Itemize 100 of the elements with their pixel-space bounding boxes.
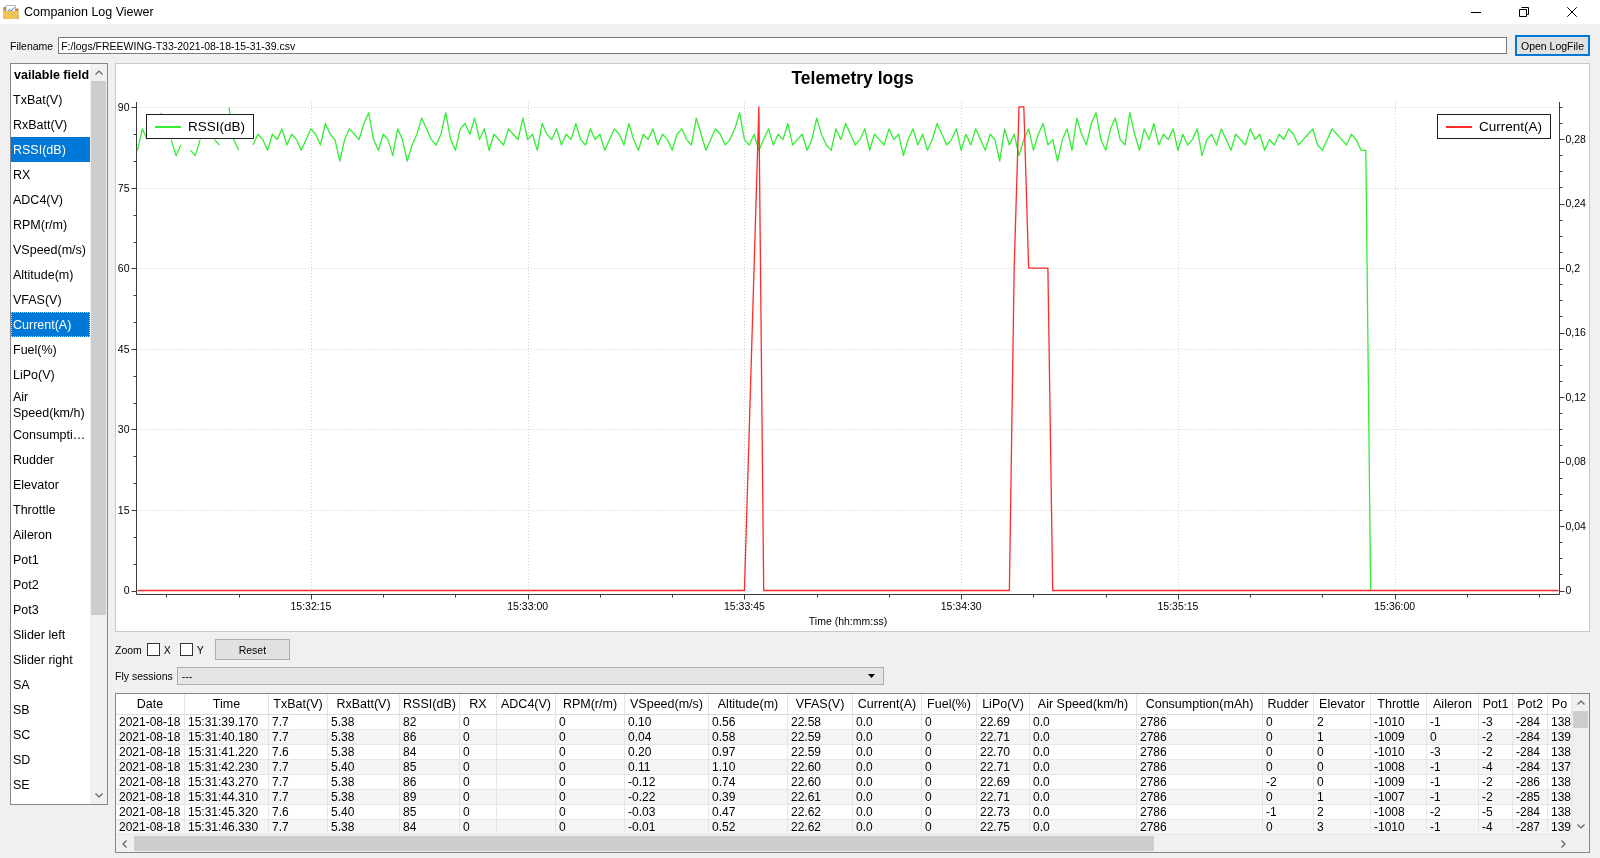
list-item[interactable]: Altitude(m) [11,262,90,287]
column-header[interactable]: Pot2 [1513,694,1548,714]
column-header[interactable]: RPM(r/m) [556,694,625,714]
open-logfile-button[interactable]: Open LogFile [1515,35,1590,56]
table-cell: 0 [922,760,977,774]
table-cell: 2786 [1137,820,1263,834]
table-cell: 2 [1314,715,1371,729]
column-header[interactable]: RxBatt(V) [328,694,400,714]
table-cell: 2021-08-18 [116,760,185,774]
list-item[interactable]: SB [11,697,90,722]
table-cell: 0.0 [853,730,922,744]
checkbox[interactable] [146,643,160,656]
column-header[interactable]: Fuel(%) [922,694,977,714]
table-cell: 3 [1314,820,1371,834]
table-cell: 0.10 [625,715,709,729]
column-header[interactable]: Throttle [1371,694,1427,714]
table-cell: 0.0 [1030,745,1137,759]
scrollbar-thumb[interactable] [134,836,1154,851]
list-item[interactable]: SE [11,772,90,797]
column-header[interactable]: Current(A) [853,694,922,714]
list-item[interactable]: Fuel(%) [11,337,90,362]
checkbox[interactable] [179,643,193,656]
list-item[interactable]: RPM(r/m) [11,212,90,237]
column-header[interactable]: Consumption(mAh) [1137,694,1263,714]
table-cell: 0.11 [625,760,709,774]
table-cell: 0.0 [853,715,922,729]
reset-button[interactable]: Reset [214,639,290,660]
column-header[interactable]: LiPo(V) [977,694,1030,714]
table-cell: 22.69 [977,775,1030,789]
table-cell: -1010 [1371,820,1427,834]
column-header[interactable]: Pot1 [1479,694,1513,714]
list-item[interactable]: TxBat(V) [11,87,90,112]
column-header[interactable]: ADC4(V) [497,694,556,714]
restore-icon [1519,7,1529,17]
vertical-scrollbar[interactable] [90,64,107,804]
column-header[interactable]: RSSI(dB) [400,694,460,714]
filename-field[interactable]: F:/logs/FREEWING-T33-2021-08-18-15-31-39.csv [58,37,1507,54]
table-cell: 5.38 [328,730,400,744]
close-icon [1567,7,1577,17]
column-header[interactable]: Rudder [1263,694,1314,714]
table-cell: 0.39 [709,790,788,804]
list-item[interactable]: VSpeed(m/s) [11,237,90,262]
table-cell: 0 [460,760,497,774]
column-header[interactable]: Time [185,694,269,714]
column-header[interactable]: Elevator [1314,694,1371,714]
legend-label: RSSI(dB) [188,119,245,134]
list-item[interactable]: Rudder [11,447,90,472]
list-item[interactable]: Pot2 [11,572,90,597]
list-item[interactable]: RX [11,162,90,187]
table-cell: 0.56 [709,715,788,729]
table-cell: -4 [1479,820,1513,834]
vertical-scrollbar[interactable] [1572,694,1589,835]
list-item[interactable]: Pot1 [11,547,90,572]
table-cell: 15:31:45.320 [185,805,269,819]
scrollbar-thumb[interactable] [91,81,106,615]
sessions-dropdown[interactable]: --- [176,667,884,685]
list-item[interactable]: SD [11,747,90,772]
list-item[interactable]: LiPo(V) [11,362,90,387]
table-cell: 22.70 [977,745,1030,759]
list-item[interactable]: RSSI(dB) [11,137,90,162]
list-item[interactable]: Slider left [11,622,90,647]
column-header[interactable]: RX [460,694,497,714]
list-item[interactable]: Throttle [11,497,90,522]
list-item[interactable]: ADC4(V) [11,187,90,212]
table-cell: 85 [400,760,460,774]
list-item[interactable]: VFAS(V) [11,287,90,312]
list-item[interactable]: Pot3 [11,597,90,622]
list-item[interactable]: Slider right [11,647,90,672]
list-item[interactable]: SA [11,672,90,697]
column-header[interactable]: VFAS(V) [788,694,853,714]
table-cell: 0 [556,805,625,819]
list-item[interactable]: RxBatt(V) [11,112,90,137]
list-item[interactable]: Aileron [11,522,90,547]
table-cell: 0.0 [1030,790,1137,804]
column-header[interactable]: Altitude(m) [709,694,788,714]
list-item[interactable]: Current(A) [11,312,90,337]
table-cell: 2021-08-18 [116,790,185,804]
axis-tick-label: 0 [123,584,130,597]
list-item[interactable]: SC [11,722,90,747]
column-header[interactable]: Aileron [1427,694,1479,714]
table-cell: 15:31:39.170 [185,715,269,729]
table-cell: 0.0 [853,820,922,834]
column-header[interactable]: Air Speed(km/h) [1030,694,1137,714]
list-item[interactable]: Elevator [11,472,90,497]
axis-tick-label: 15:33:45 [724,599,765,612]
checkbox-label: X [163,643,171,656]
scrollbar-thumb[interactable] [1573,711,1588,728]
column-header[interactable]: Date [116,694,185,714]
column-header[interactable]: VSpeed(m/s) [625,694,709,714]
list-header[interactable]: vailable field [11,64,90,87]
column-header[interactable]: TxBat(V) [269,694,328,714]
list-item[interactable]: Air Speed(km/h) [11,387,90,422]
table-cell: 0.04 [625,730,709,744]
list-item[interactable]: Consumpti… [11,422,90,447]
table-cell: 0.0 [1030,820,1137,834]
minimize-icon [1471,11,1481,13]
table-cell: 22.59 [788,730,853,744]
table-cell: 22.73 [977,805,1030,819]
table-cell: 2021-08-18 [116,775,185,789]
axis-title: Time (hh:mm:ss) [808,614,888,627]
